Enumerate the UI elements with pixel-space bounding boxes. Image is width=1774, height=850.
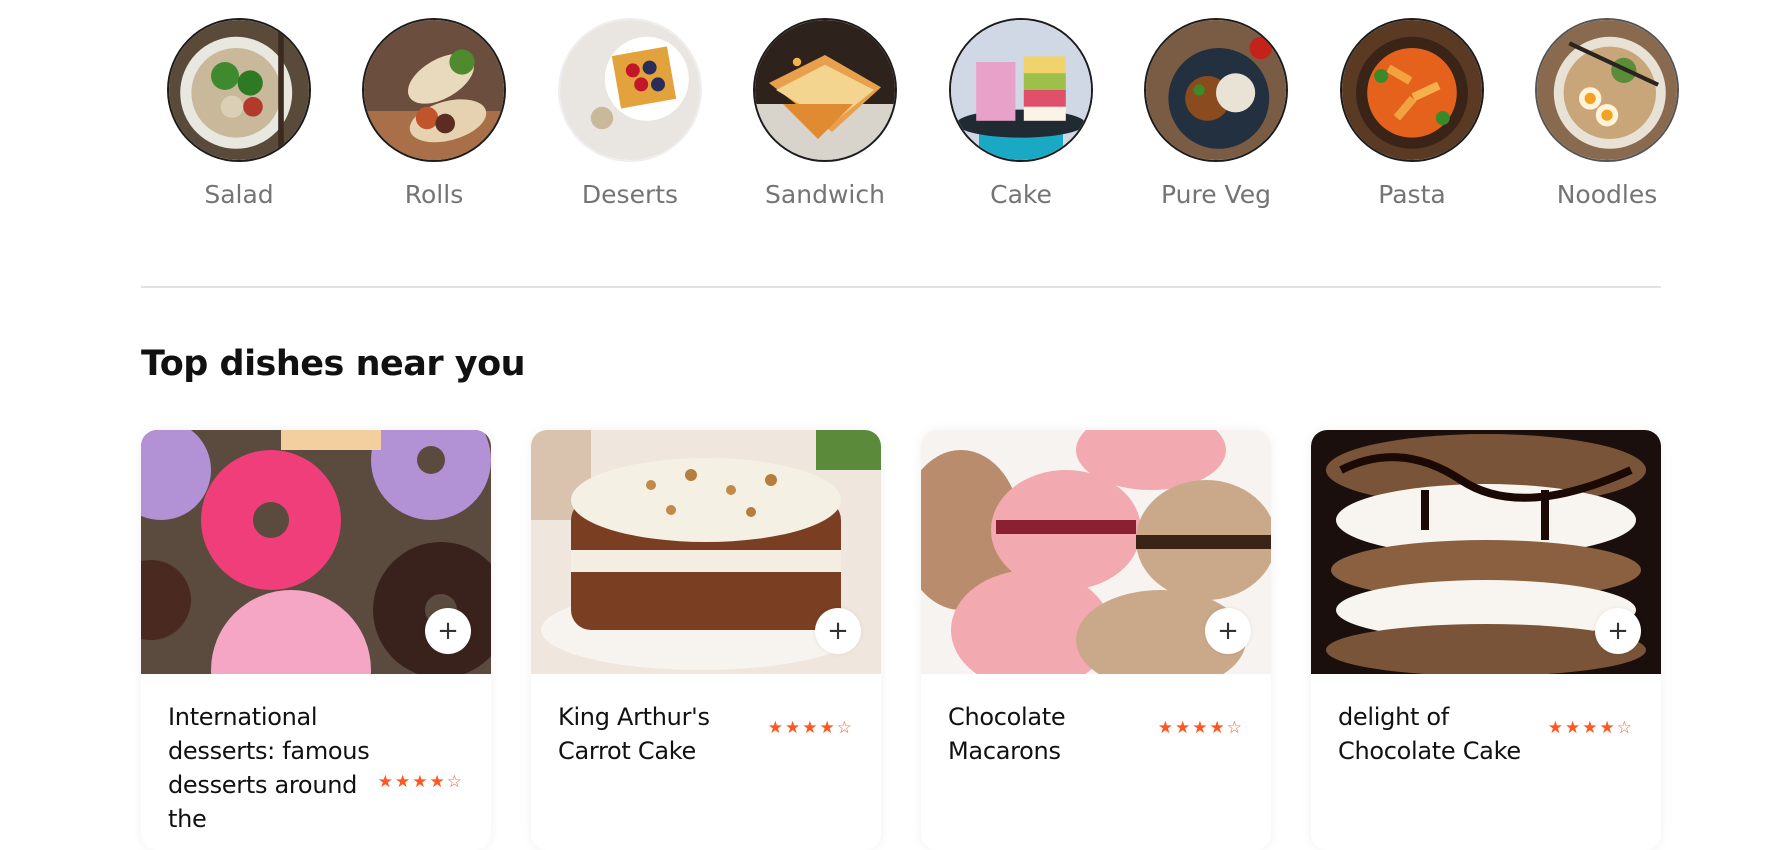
add-to-cart-button[interactable]: +: [425, 608, 471, 654]
food-image: +: [1311, 430, 1661, 674]
section-title: Top dishes near you: [141, 344, 526, 384]
sandwich-image: [753, 18, 897, 162]
food-name: King Arthur's Carrot Cake: [558, 703, 710, 765]
food-name: Chocolate Macarons: [948, 703, 1066, 765]
menu-item-pasta[interactable]: Pasta: [1314, 18, 1510, 209]
deserts-image: [558, 18, 702, 162]
food-card: + delight of Chocolate Cake ★★★★☆: [1311, 430, 1661, 850]
menu-item-pure-veg[interactable]: Pure Veg: [1118, 18, 1314, 209]
menu-item-salad[interactable]: Salad: [141, 18, 337, 209]
add-to-cart-button[interactable]: +: [815, 608, 861, 654]
menu-label: Pasta: [1378, 180, 1446, 209]
menu-item-sandwich[interactable]: Sandwich: [727, 18, 923, 209]
pure-veg-image: [1144, 18, 1288, 162]
food-image: +: [141, 430, 491, 674]
menu-label: Deserts: [581, 180, 679, 209]
pasta-image: [1340, 18, 1484, 162]
food-info: Chocolate Macarons ★★★★☆: [921, 674, 1271, 794]
food-name: delight of Chocolate Cake: [1338, 703, 1521, 765]
food-card: + International desserts: famous dessert…: [141, 430, 491, 850]
menu-label: Salad: [204, 180, 274, 209]
food-display-list: + International desserts: famous dessert…: [141, 430, 1661, 850]
explore-menu-list: Salad Rolls Deserts Sandwich Cake Pure V…: [141, 18, 1679, 223]
salad-image: [167, 18, 311, 162]
add-to-cart-button[interactable]: +: [1595, 608, 1641, 654]
rating-stars-icon: ★★★★☆: [1547, 718, 1634, 738]
rolls-image: [362, 18, 506, 162]
add-to-cart-button[interactable]: +: [1205, 608, 1251, 654]
food-card: + Chocolate Macarons ★★★★☆: [921, 430, 1271, 850]
rating-stars-icon: ★★★★☆: [767, 718, 854, 738]
menu-label: Noodles: [1556, 180, 1658, 209]
menu-item-deserts[interactable]: Deserts: [532, 18, 728, 209]
cake-image: [949, 18, 1093, 162]
food-card: + King Arthur's Carrot Cake ★★★★☆: [531, 430, 881, 850]
food-info: King Arthur's Carrot Cake ★★★★☆: [531, 674, 881, 794]
food-info: International desserts: famous desserts …: [141, 674, 491, 850]
menu-label: Sandwich: [765, 180, 885, 209]
rating-stars-icon: ★★★★☆: [377, 772, 464, 792]
menu-item-rolls[interactable]: Rolls: [336, 18, 532, 209]
menu-label: Pure Veg: [1161, 180, 1271, 209]
noodles-image: [1535, 18, 1679, 162]
food-name: International desserts: famous desserts …: [168, 703, 370, 833]
rating-stars-icon: ★★★★☆: [1157, 718, 1244, 738]
food-image: +: [921, 430, 1271, 674]
menu-item-noodles[interactable]: Noodles: [1509, 18, 1705, 209]
menu-item-cake[interactable]: Cake: [923, 18, 1119, 209]
food-info: delight of Chocolate Cake ★★★★☆: [1311, 674, 1661, 794]
menu-label: Rolls: [404, 180, 464, 209]
section-divider: [141, 286, 1661, 288]
food-image: +: [531, 430, 881, 674]
menu-label: Cake: [990, 180, 1052, 209]
